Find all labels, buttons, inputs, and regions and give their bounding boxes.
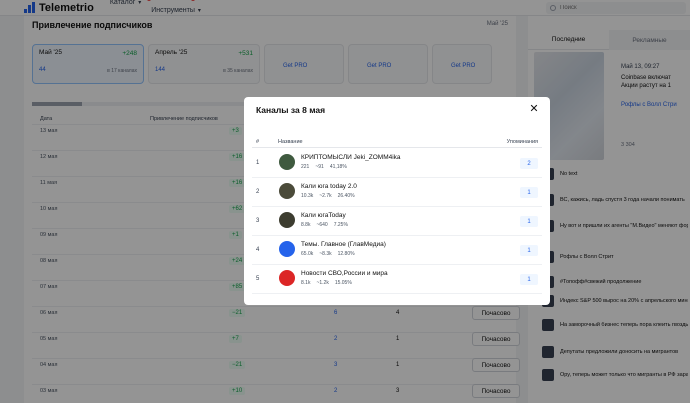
er-value: 12.80% [337, 251, 355, 257]
channel-num: 5 [256, 276, 260, 282]
er-value: 7.25% [333, 222, 348, 228]
col-num: # [256, 139, 260, 145]
channel-avatar [279, 212, 295, 228]
header-divider [252, 147, 542, 148]
channel-stats: 221 ~91 41,18% [301, 164, 353, 170]
channel-num: 2 [256, 189, 260, 195]
mentions-badge[interactable]: 1 [520, 216, 538, 227]
channel-stats: 8.8k ~640 7.25% [301, 222, 354, 228]
mentions-badge[interactable]: 1 [520, 187, 538, 198]
views-count: ~1.2k [316, 280, 329, 286]
channel-stats: 65.0k ~8.3k 12.80% [301, 251, 361, 257]
mentions-badge[interactable]: 1 [520, 245, 538, 256]
channel-name[interactable]: Темы. Главное (ГлавМедиа) [301, 241, 386, 248]
channel-row[interactable]: 3 Кали югаToday 8.8k ~640 7.25% 1 [252, 207, 542, 236]
channel-row[interactable]: 4 Темы. Главное (ГлавМедиа) 65.0k ~8.3k 12.8… [252, 236, 542, 265]
mentions-badge[interactable]: 1 [520, 274, 538, 285]
mentions-badge[interactable]: 2 [520, 158, 538, 169]
modal-title: Каналы за 8 мая [256, 105, 326, 115]
subscribers-count: 65.0k [301, 251, 314, 257]
channel-stats: 10.3k ~2.7k 26.40% [301, 193, 361, 199]
channel-num: 3 [256, 218, 260, 224]
views-count: ~2.7k [319, 193, 332, 199]
channel-name[interactable]: Новости СВО,России и мира [301, 270, 388, 277]
channel-avatar [279, 270, 295, 286]
subscribers-count: 8.1k [301, 280, 311, 286]
er-value: 15.05% [334, 280, 352, 286]
channels-modal: Каналы за 8 мая ✕ # Название Упоминания … [244, 97, 550, 305]
close-icon[interactable]: ✕ [528, 103, 540, 115]
views-count: ~91 [315, 164, 324, 170]
channel-name[interactable]: КРИПТОМЫСЛИ Jeki_ZOMM4ika [301, 154, 401, 161]
subscribers-count: 8.8k [301, 222, 311, 228]
er-value: 26.40% [337, 193, 355, 199]
channel-row[interactable]: 2 Кали юга today 2.0 10.3k ~2.7k 26.40% 1 [252, 178, 542, 207]
channel-avatar [279, 183, 295, 199]
channel-name[interactable]: Кали юга today 2.0 [301, 183, 357, 190]
channel-row[interactable]: 1 КРИПТОМЫСЛИ Jeki_ZOMM4ika 221 ~91 41,18% 2 [252, 149, 542, 178]
channel-avatar [279, 241, 295, 257]
channel-row[interactable]: 5 Новости СВО,России и мира 8.1k ~1.2k 15.05… [252, 265, 542, 294]
col-name: Название [278, 139, 303, 145]
channel-avatar [279, 154, 295, 170]
views-count: ~640 [316, 222, 328, 228]
col-mentions: Упоминания [506, 139, 538, 145]
views-count: ~8.3k [319, 251, 332, 257]
er-value: 41,18% [329, 164, 347, 170]
channel-stats: 8.1k ~1.2k 15.05% [301, 280, 358, 286]
subscribers-count: 221 [301, 164, 310, 170]
channel-num: 1 [256, 160, 260, 166]
channel-num: 4 [256, 247, 260, 253]
subscribers-count: 10.3k [301, 193, 314, 199]
channel-name[interactable]: Кали югаToday [301, 212, 346, 219]
